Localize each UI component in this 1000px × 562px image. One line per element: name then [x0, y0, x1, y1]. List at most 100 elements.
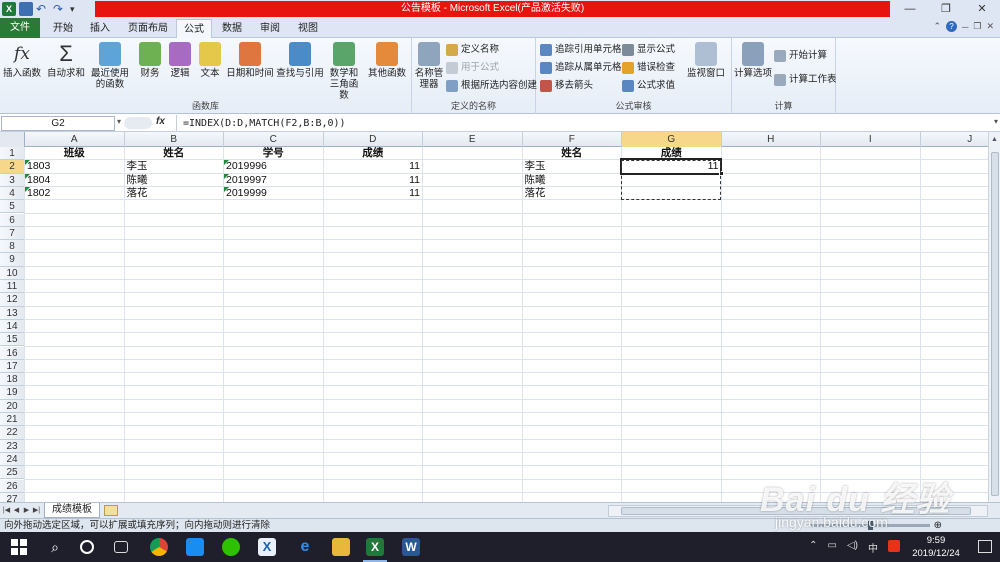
- workbook-minimize-icon[interactable]: ─: [962, 22, 968, 32]
- row-header-1[interactable]: 1: [0, 147, 25, 161]
- tab-review[interactable]: 审阅: [252, 19, 288, 38]
- row-header-14[interactable]: 14: [0, 319, 25, 334]
- row-header-19[interactable]: 19: [0, 386, 25, 400]
- save-icon[interactable]: [19, 2, 33, 16]
- financial-button[interactable]: 财务: [138, 42, 162, 79]
- zoom-slider-knob[interactable]: [868, 521, 873, 530]
- wechat-icon[interactable]: [222, 538, 240, 556]
- row-header-12[interactable]: 12: [0, 293, 25, 307]
- row-header-26[interactable]: 26: [0, 479, 25, 493]
- cell-c3[interactable]: 2019997: [224, 174, 323, 187]
- text-number-warning-icon[interactable]: [224, 160, 229, 166]
- word-icon[interactable]: W: [402, 538, 420, 556]
- edge-icon[interactable]: e: [296, 538, 314, 556]
- calc-options-button[interactable]: 计算选项: [734, 42, 772, 79]
- prev-sheet-icon[interactable]: ◀: [12, 505, 21, 516]
- row-header-20[interactable]: 20: [0, 399, 25, 413]
- use-in-formula-button[interactable]: 用于公式: [446, 60, 499, 76]
- feather-app-icon[interactable]: [186, 538, 204, 556]
- sogou-icon[interactable]: [888, 540, 900, 552]
- row-header-7[interactable]: 7: [0, 226, 25, 241]
- first-sheet-icon[interactable]: |◀: [2, 505, 11, 516]
- cell-d4[interactable]: 11: [324, 187, 423, 200]
- row-header-25[interactable]: 25: [0, 466, 25, 480]
- tab-formulas[interactable]: 公式: [176, 19, 212, 39]
- cell-f3[interactable]: 陈曦: [523, 174, 622, 187]
- row-header-23[interactable]: 23: [0, 439, 25, 453]
- text-number-warning-icon[interactable]: [25, 186, 30, 192]
- cell-b4[interactable]: 落花: [125, 187, 224, 200]
- remove-arrows-button[interactable]: 移去箭头: [540, 78, 593, 94]
- trace-dependents-button[interactable]: 追踪从属单元格: [540, 60, 622, 76]
- minimize-button[interactable]: —: [892, 0, 928, 18]
- row-header-21[interactable]: 21: [0, 413, 25, 427]
- cell-area[interactable]: 班级 姓名 学号 成绩 姓名 成绩 1803 李玉 2019996 11 李玉 11 1804 陈曦 201…: [24, 147, 988, 502]
- cell-b3[interactable]: 陈曦: [125, 174, 224, 187]
- row-header-4[interactable]: 4: [0, 186, 25, 201]
- column-header-i[interactable]: I: [821, 132, 921, 147]
- tab-data[interactable]: 数据: [216, 19, 248, 38]
- sheet-tab-scores[interactable]: 成绩模板: [44, 503, 100, 518]
- column-header-h[interactable]: H: [722, 132, 821, 147]
- row-header-24[interactable]: 24: [0, 452, 25, 467]
- notifications-icon[interactable]: [978, 540, 992, 553]
- help-icon[interactable]: ?: [945, 21, 957, 32]
- last-sheet-icon[interactable]: ▶|: [32, 505, 41, 516]
- evaluate-formula-button[interactable]: 公式求值: [622, 78, 675, 94]
- calc-sheet-button[interactable]: 计算工作表: [774, 72, 837, 88]
- cell-d2[interactable]: 11: [324, 160, 423, 173]
- close-button[interactable]: ✕: [964, 0, 1000, 18]
- cortana-icon[interactable]: [80, 540, 94, 554]
- cell-c2[interactable]: 2019996: [224, 160, 323, 173]
- datetime-button[interactable]: 日期和时间: [226, 42, 274, 79]
- column-header-a[interactable]: A: [25, 132, 125, 147]
- recent-functions-button[interactable]: 最近使用的函数: [88, 42, 132, 90]
- next-sheet-icon[interactable]: ▶: [22, 505, 31, 516]
- cell-a4[interactable]: 1802: [25, 187, 124, 200]
- row-header-22[interactable]: 22: [0, 426, 25, 440]
- horizontal-scrollbar[interactable]: [608, 505, 988, 517]
- cell-a3[interactable]: 1804: [25, 174, 124, 187]
- row-header-8[interactable]: 8: [0, 240, 25, 254]
- column-header-b[interactable]: B: [125, 132, 224, 147]
- cell-b1[interactable]: 姓名: [125, 147, 224, 160]
- column-header-f[interactable]: F: [523, 132, 622, 147]
- taskbar-clock[interactable]: 9:59 2019/12/24: [906, 534, 966, 560]
- formula-input[interactable]: =INDEX(D:D,MATCH(F2,B:B,0)): [176, 115, 988, 132]
- row-header-13[interactable]: 13: [0, 306, 25, 320]
- select-all-corner[interactable]: [0, 132, 25, 147]
- create-from-selection-button[interactable]: 根据所选内容创建: [446, 78, 537, 94]
- volume-icon[interactable]: ◁): [847, 540, 858, 555]
- expand-formula-bar-icon[interactable]: ▾: [994, 117, 998, 126]
- insert-function-button[interactable]: fx 插入函数: [2, 42, 42, 79]
- row-header-11[interactable]: 11: [0, 280, 25, 294]
- tab-file[interactable]: 文件: [0, 18, 40, 38]
- worksheet-grid[interactable]: ABCDEFGHIJ 1 2 3 4 5 6 7 8 9 10 11 12 13 14 15 16 17 18 19…: [0, 132, 988, 502]
- error-checking-button[interactable]: 错误检查: [622, 60, 675, 76]
- tab-insert[interactable]: 插入: [82, 19, 118, 38]
- file-explorer-icon[interactable]: [332, 538, 350, 556]
- network-icon[interactable]: ▭: [828, 540, 837, 555]
- cell-a1[interactable]: 班级: [25, 147, 124, 160]
- zoom-in-icon[interactable]: ⊕: [934, 519, 942, 532]
- excel-taskbar-icon[interactable]: X: [366, 538, 384, 556]
- row-header-3[interactable]: 3: [0, 173, 25, 187]
- column-header-g[interactable]: G: [622, 132, 722, 147]
- row-header-6[interactable]: 6: [0, 213, 25, 227]
- tray-expand-icon[interactable]: ⌃: [809, 540, 817, 555]
- text-number-warning-icon[interactable]: [25, 173, 30, 179]
- customize-qat-icon[interactable]: ▾: [70, 2, 84, 16]
- lookup-button[interactable]: 查找与引用: [276, 42, 324, 79]
- vertical-scroll-thumb[interactable]: [991, 152, 999, 496]
- redo-icon[interactable]: ↷: [53, 2, 67, 16]
- column-header-j[interactable]: J: [921, 132, 989, 147]
- cell-f1[interactable]: 姓名: [523, 147, 622, 160]
- cell-c1[interactable]: 学号: [224, 147, 323, 160]
- column-header-e[interactable]: E: [423, 132, 523, 147]
- xmind-icon[interactable]: X: [258, 538, 276, 556]
- chrome-icon[interactable]: [150, 538, 168, 556]
- cell-a2[interactable]: 1803: [25, 160, 124, 173]
- undo-icon[interactable]: ↶: [36, 2, 50, 16]
- cell-d1[interactable]: 成绩: [324, 147, 423, 160]
- row-header-9[interactable]: 9: [0, 253, 25, 267]
